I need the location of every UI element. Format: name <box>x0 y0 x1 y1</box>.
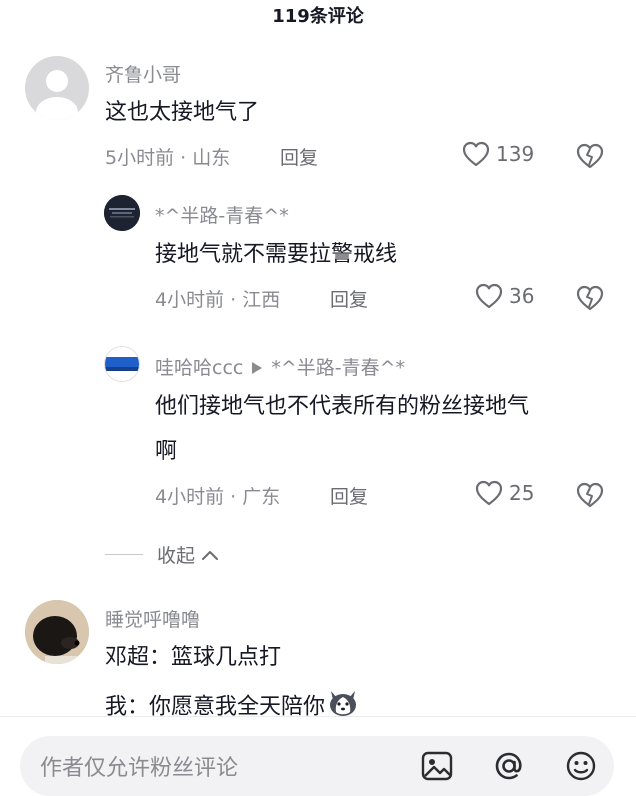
comment-input-bar[interactable]: 作者仅允许粉丝评论 <box>20 736 614 796</box>
like-button[interactable]: 139 <box>462 141 534 167</box>
comment-username[interactable]: 哇哈哈ccc <box>155 357 243 379</box>
avatar[interactable] <box>25 600 89 664</box>
reply-button[interactable]: 回复 <box>330 285 368 312</box>
dislike-heart-icon <box>576 482 604 508</box>
dislike-heart-icon <box>576 143 604 169</box>
avatar[interactable] <box>25 56 89 120</box>
collapse-replies-button[interactable]: 收起 <box>105 541 219 568</box>
comment-text-line1: 邓超：篮球几点打 <box>105 645 282 670</box>
divider-line <box>105 554 143 555</box>
comment-text-line1: 他们接地气也不代表所有的粉丝接地气 <box>155 394 530 419</box>
user-default-icon <box>36 70 78 120</box>
comment-text: 接地气就不需要拉警戒线 <box>155 242 398 267</box>
heart-icon <box>462 141 490 167</box>
dislike-button[interactable] <box>576 285 604 315</box>
like-count: 36 <box>509 284 535 308</box>
comment-meta: 4小时前 · 广东 <box>155 486 281 508</box>
heart-icon <box>475 283 503 309</box>
dislike-button[interactable] <box>576 482 604 512</box>
husky-emoji-icon <box>327 688 359 727</box>
comment-username[interactable]: 齐鲁小哥 <box>105 60 181 87</box>
like-count: 25 <box>509 481 535 505</box>
like-button[interactable]: 25 <box>475 480 534 506</box>
avatar-image <box>105 347 139 381</box>
collapse-label: 收起 <box>157 545 196 567</box>
reply-arrow-icon <box>251 358 263 380</box>
chevron-up-icon <box>201 544 219 566</box>
comments-count-title: 119条评论 <box>272 6 364 27</box>
comment-username[interactable]: 睡觉呼噜噜 <box>105 605 200 632</box>
avatar-image <box>25 600 89 664</box>
like-count: 139 <box>496 142 535 166</box>
comment-text-line2: 啊 <box>155 439 178 464</box>
dislike-heart-icon <box>576 285 604 311</box>
comment-text-line2: 我：你愿意我全天陪你 <box>105 688 359 727</box>
reply-button[interactable]: 回复 <box>330 482 368 509</box>
comment-input[interactable]: 作者仅允许粉丝评论 <box>40 750 238 782</box>
like-button[interactable]: 36 <box>475 283 534 309</box>
reply-header: 哇哈哈ccc *^半路-青春^* <box>155 353 405 380</box>
avatar[interactable] <box>104 346 140 382</box>
avatar-image <box>104 195 140 231</box>
input-divider <box>0 716 636 717</box>
comment-text: 这也太接地气了 <box>105 100 260 125</box>
comment-meta: 4小时前 · 江西 <box>155 289 281 311</box>
comment-username[interactable]: *^半路-青春^* <box>155 201 289 228</box>
avatar[interactable] <box>104 195 140 231</box>
comment-meta: 5小时前 · 山东 <box>105 147 231 169</box>
heart-icon <box>475 480 503 506</box>
dislike-button[interactable] <box>576 143 604 173</box>
reply-to-username[interactable]: *^半路-青春^* <box>271 357 405 379</box>
reply-button[interactable]: 回复 <box>280 143 318 170</box>
